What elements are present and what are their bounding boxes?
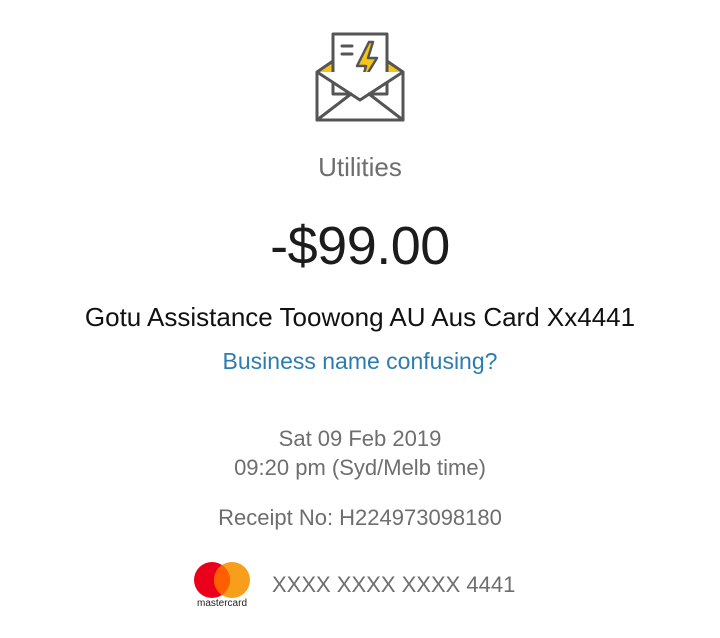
category-label: Utilities: [318, 152, 402, 182]
receipt-number: Receipt No: H224973098180: [218, 505, 502, 530]
card-row: mastercard XXXX XXXX XXXX 4441: [192, 560, 532, 612]
merchant-name: Gotu Assistance Toowong AU Aus Card Xx44…: [84, 302, 636, 332]
transaction-amount: -$99.00: [270, 216, 450, 276]
transaction-date: Sat 09 Feb 2019: [278, 426, 442, 451]
business-name-help-link[interactable]: Business name confusing?: [0, 348, 720, 375]
card-number: XXXX XXXX XXXX 4441: [272, 572, 516, 597]
mastercard-wordmark: mastercard: [196, 598, 247, 609]
category-icon: [311, 32, 409, 124]
mastercard-logo-icon: mastercard: [192, 560, 252, 612]
transaction-time: 09:20 pm (Syd/Melb time): [234, 455, 486, 480]
envelope-bill-lightning-icon: [315, 32, 405, 122]
